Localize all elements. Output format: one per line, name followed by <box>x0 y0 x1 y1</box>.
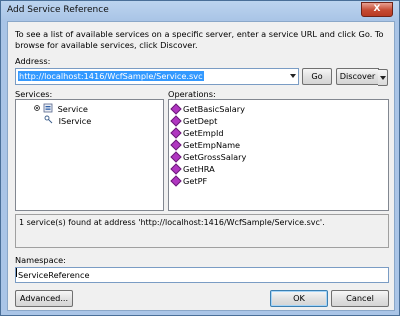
discover-button[interactable]: Discover <box>336 68 379 85</box>
address-label: Address: <box>15 56 51 66</box>
operations-list[interactable]: GetBasicSalary GetDept GetEmpId GetEmpNa… <box>168 99 389 211</box>
operation-item[interactable]: GetHRA <box>170 163 215 175</box>
operation-item[interactable]: GetEmpId <box>170 127 224 139</box>
method-icon <box>170 115 182 127</box>
chevron-down-icon[interactable] <box>290 74 296 78</box>
add-service-reference-dialog: Add Service Reference X To see a list of… <box>0 0 400 316</box>
expand-service-icon[interactable] <box>33 103 55 113</box>
go-button[interactable]: Go <box>302 68 332 85</box>
close-icon: X <box>373 4 381 14</box>
namespace-value: ServiceReference <box>18 270 90 280</box>
method-icon <box>170 103 182 115</box>
close-button[interactable]: X <box>361 2 393 17</box>
intro-text: To see a list of available services on a… <box>15 29 384 50</box>
operation-item[interactable]: GetPF <box>170 175 207 187</box>
namespace-input[interactable]: ServiceReference <box>15 267 389 283</box>
method-icon <box>170 127 182 139</box>
dialog-body: To see a list of available services on a… <box>7 21 395 311</box>
tree-node-service-label: Service <box>57 104 88 114</box>
tree-node-iservice[interactable]: IService <box>44 115 91 127</box>
interface-icon <box>44 115 53 124</box>
ok-button[interactable]: OK <box>270 290 328 307</box>
method-icon <box>170 163 182 175</box>
cancel-button[interactable]: Cancel <box>331 290 389 307</box>
operation-item[interactable]: GetDept <box>170 115 217 127</box>
operation-item[interactable]: GetGrossSalary <box>170 151 246 163</box>
status-box: 1 service(s) found at address 'http://lo… <box>15 214 389 248</box>
status-text: 1 service(s) found at address 'http://lo… <box>19 218 325 227</box>
tree-node-iservice-label: IService <box>58 116 92 126</box>
operations-label: Operations: <box>168 89 216 99</box>
text-caret <box>16 268 17 277</box>
advanced-button[interactable]: Advanced... <box>15 290 73 307</box>
method-icon <box>170 139 182 151</box>
address-value: http://localhost:1416/WcfSample/Service.… <box>18 71 204 81</box>
services-tree[interactable]: Service IService <box>15 99 164 211</box>
method-icon <box>170 151 182 163</box>
address-combobox[interactable]: http://localhost:1416/WcfSample/Service.… <box>15 68 299 85</box>
namespace-label: Namespace: <box>15 255 66 265</box>
services-label: Services: <box>15 89 53 99</box>
operation-item[interactable]: GetBasicSalary <box>170 103 245 115</box>
operation-item[interactable]: GetEmpName <box>170 139 240 151</box>
discover-dropdown-arrow[interactable] <box>378 69 388 86</box>
tree-node-service[interactable]: Service <box>33 103 88 115</box>
dialog-title: Add Service Reference <box>7 5 109 15</box>
method-icon <box>170 175 182 187</box>
title-bar: Add Service Reference X <box>1 1 399 21</box>
